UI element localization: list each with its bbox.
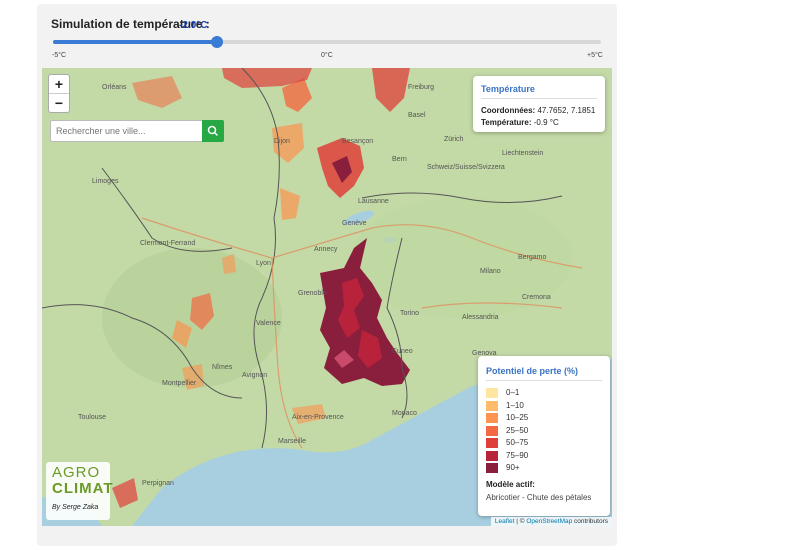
map-label: Annecy <box>314 246 338 253</box>
map-attribution: Leaflet | © OpenStreetMap contributors <box>490 517 612 526</box>
map-label: Valence <box>256 320 281 327</box>
map-label: Nîmes <box>212 364 233 371</box>
legend-swatch <box>486 425 498 436</box>
osm-link[interactable]: OpenStreetMap <box>526 518 572 525</box>
model-title: Modèle actif: <box>486 480 535 489</box>
temperature-label: Température: <box>481 118 532 127</box>
temperature-info-popup: Température Coordonnées: 47.7652, 7.1851… <box>473 76 605 132</box>
legend-label: 90+ <box>506 463 520 472</box>
model-name: Abricotier - Chute des pétales <box>486 493 592 502</box>
map-label: Torino <box>400 310 420 317</box>
zoom-out-button[interactable]: − <box>49 93 69 112</box>
logo-author: By Serge Zaka <box>52 504 99 511</box>
map-label: Monaco <box>392 410 417 417</box>
legend-swatch <box>486 450 498 461</box>
legend-divider <box>486 380 602 381</box>
map-label: Bergamo <box>518 254 547 261</box>
map-label: Cremona <box>522 294 551 301</box>
map-label: Freiburg <box>408 84 435 91</box>
tick-min: -5°C <box>52 52 67 59</box>
map-view[interactable]: Orléans Dijon Besançon Zürich Bern Lyon … <box>42 68 612 526</box>
temperature-row: Température: -0.9 °C <box>481 118 559 127</box>
map-label: Grenoble <box>298 290 327 297</box>
coordinates-label: Coordonnées: <box>481 106 536 115</box>
map-label: Zürich <box>444 136 464 143</box>
legend-swatch <box>486 388 498 398</box>
map-label: Limoges <box>92 178 119 185</box>
map-label: Cuneo <box>392 348 413 355</box>
zoom-control: + − <box>48 74 70 113</box>
coordinates-row: Coordonnées: 47.7652, 7.1851 <box>481 106 595 115</box>
zoom-in-button[interactable]: + <box>49 75 69 93</box>
map-label: Besançon <box>342 138 374 145</box>
info-title: Température <box>481 84 535 94</box>
city-search <box>50 120 224 142</box>
map-label: Lausanne <box>358 198 389 205</box>
legend-item: 75–90 <box>486 450 596 461</box>
slider-thumb[interactable] <box>211 36 224 48</box>
temperature-value: -0.9 °C <box>533 118 559 127</box>
legend-swatch <box>486 438 498 448</box>
tick-max: +5°C <box>587 52 603 59</box>
legend-swatch <box>486 400 498 411</box>
legend-label: 0–1 <box>506 388 520 397</box>
logo-text-bottom: CLIMAT <box>52 480 114 497</box>
legend-item: 50–75 <box>486 438 596 448</box>
map-label: Perpignan <box>142 480 174 487</box>
legend-swatch <box>486 413 498 423</box>
leaflet-link[interactable]: Leaflet <box>495 518 515 525</box>
map-label: Alessandria <box>462 314 499 321</box>
legend-item: 10–25 <box>486 413 596 423</box>
agroclimat-logo: AGRO CLIMAT By Serge Zaka <box>46 462 113 520</box>
attribution-separator: | © <box>514 518 527 525</box>
map-label: Montpellier <box>162 380 197 387</box>
map-label: Aix-en-Provence <box>292 414 344 421</box>
map-label: Avignon <box>242 372 268 379</box>
info-divider <box>481 98 597 99</box>
legend-label: 50–75 <box>506 438 529 447</box>
map-label: Orléans <box>102 84 127 91</box>
legend-item: 25–50 <box>486 425 596 436</box>
legend-label: 1–10 <box>506 400 524 410</box>
map-label: Basel <box>408 112 426 119</box>
legend-title: Potentiel de perte (%) <box>486 366 579 376</box>
coordinates-value: 47.7652, 7.1851 <box>537 106 596 115</box>
tick-mid: 0°C <box>321 52 333 59</box>
map-label: Genève <box>342 220 367 227</box>
map-label: Marseille <box>278 438 307 445</box>
loss-potential-legend: Potentiel de perte (%) 0–1 1–10 10–25 25–50… <box>478 356 610 516</box>
legend-label: 25–50 <box>506 425 529 435</box>
city-search-input[interactable] <box>51 121 201 141</box>
legend-swatch <box>486 463 498 473</box>
search-button[interactable] <box>202 120 224 142</box>
logo-text-top: AGRO <box>52 464 101 481</box>
legend-item: 1–10 <box>486 400 596 411</box>
map-label: Bern <box>392 156 407 163</box>
simulation-value: -2.0°C <box>179 20 208 31</box>
map-label: Milano <box>480 268 501 275</box>
legend-item: 90+ <box>486 463 596 473</box>
legend-item: 0–1 <box>486 388 596 398</box>
slider-fill <box>53 40 218 44</box>
simulation-panel: Simulation de température : -2.0°C -5°C … <box>37 4 617 546</box>
search-icon <box>207 125 218 136</box>
map-label: Toulouse <box>78 414 107 421</box>
legend-label: 10–25 <box>506 413 529 422</box>
map-label: Schweiz/Suisse/Svizzera <box>427 164 505 171</box>
map-label: Dijon <box>274 138 290 145</box>
legend-label: 75–90 <box>506 450 529 460</box>
attribution-contributors: contributors <box>572 518 608 525</box>
map-label: Clermont-Ferrand <box>140 240 196 247</box>
map-label: Liechtenstein <box>502 150 544 157</box>
map-label: Lyon <box>256 260 271 267</box>
temperature-slider[interactable] <box>53 36 601 48</box>
